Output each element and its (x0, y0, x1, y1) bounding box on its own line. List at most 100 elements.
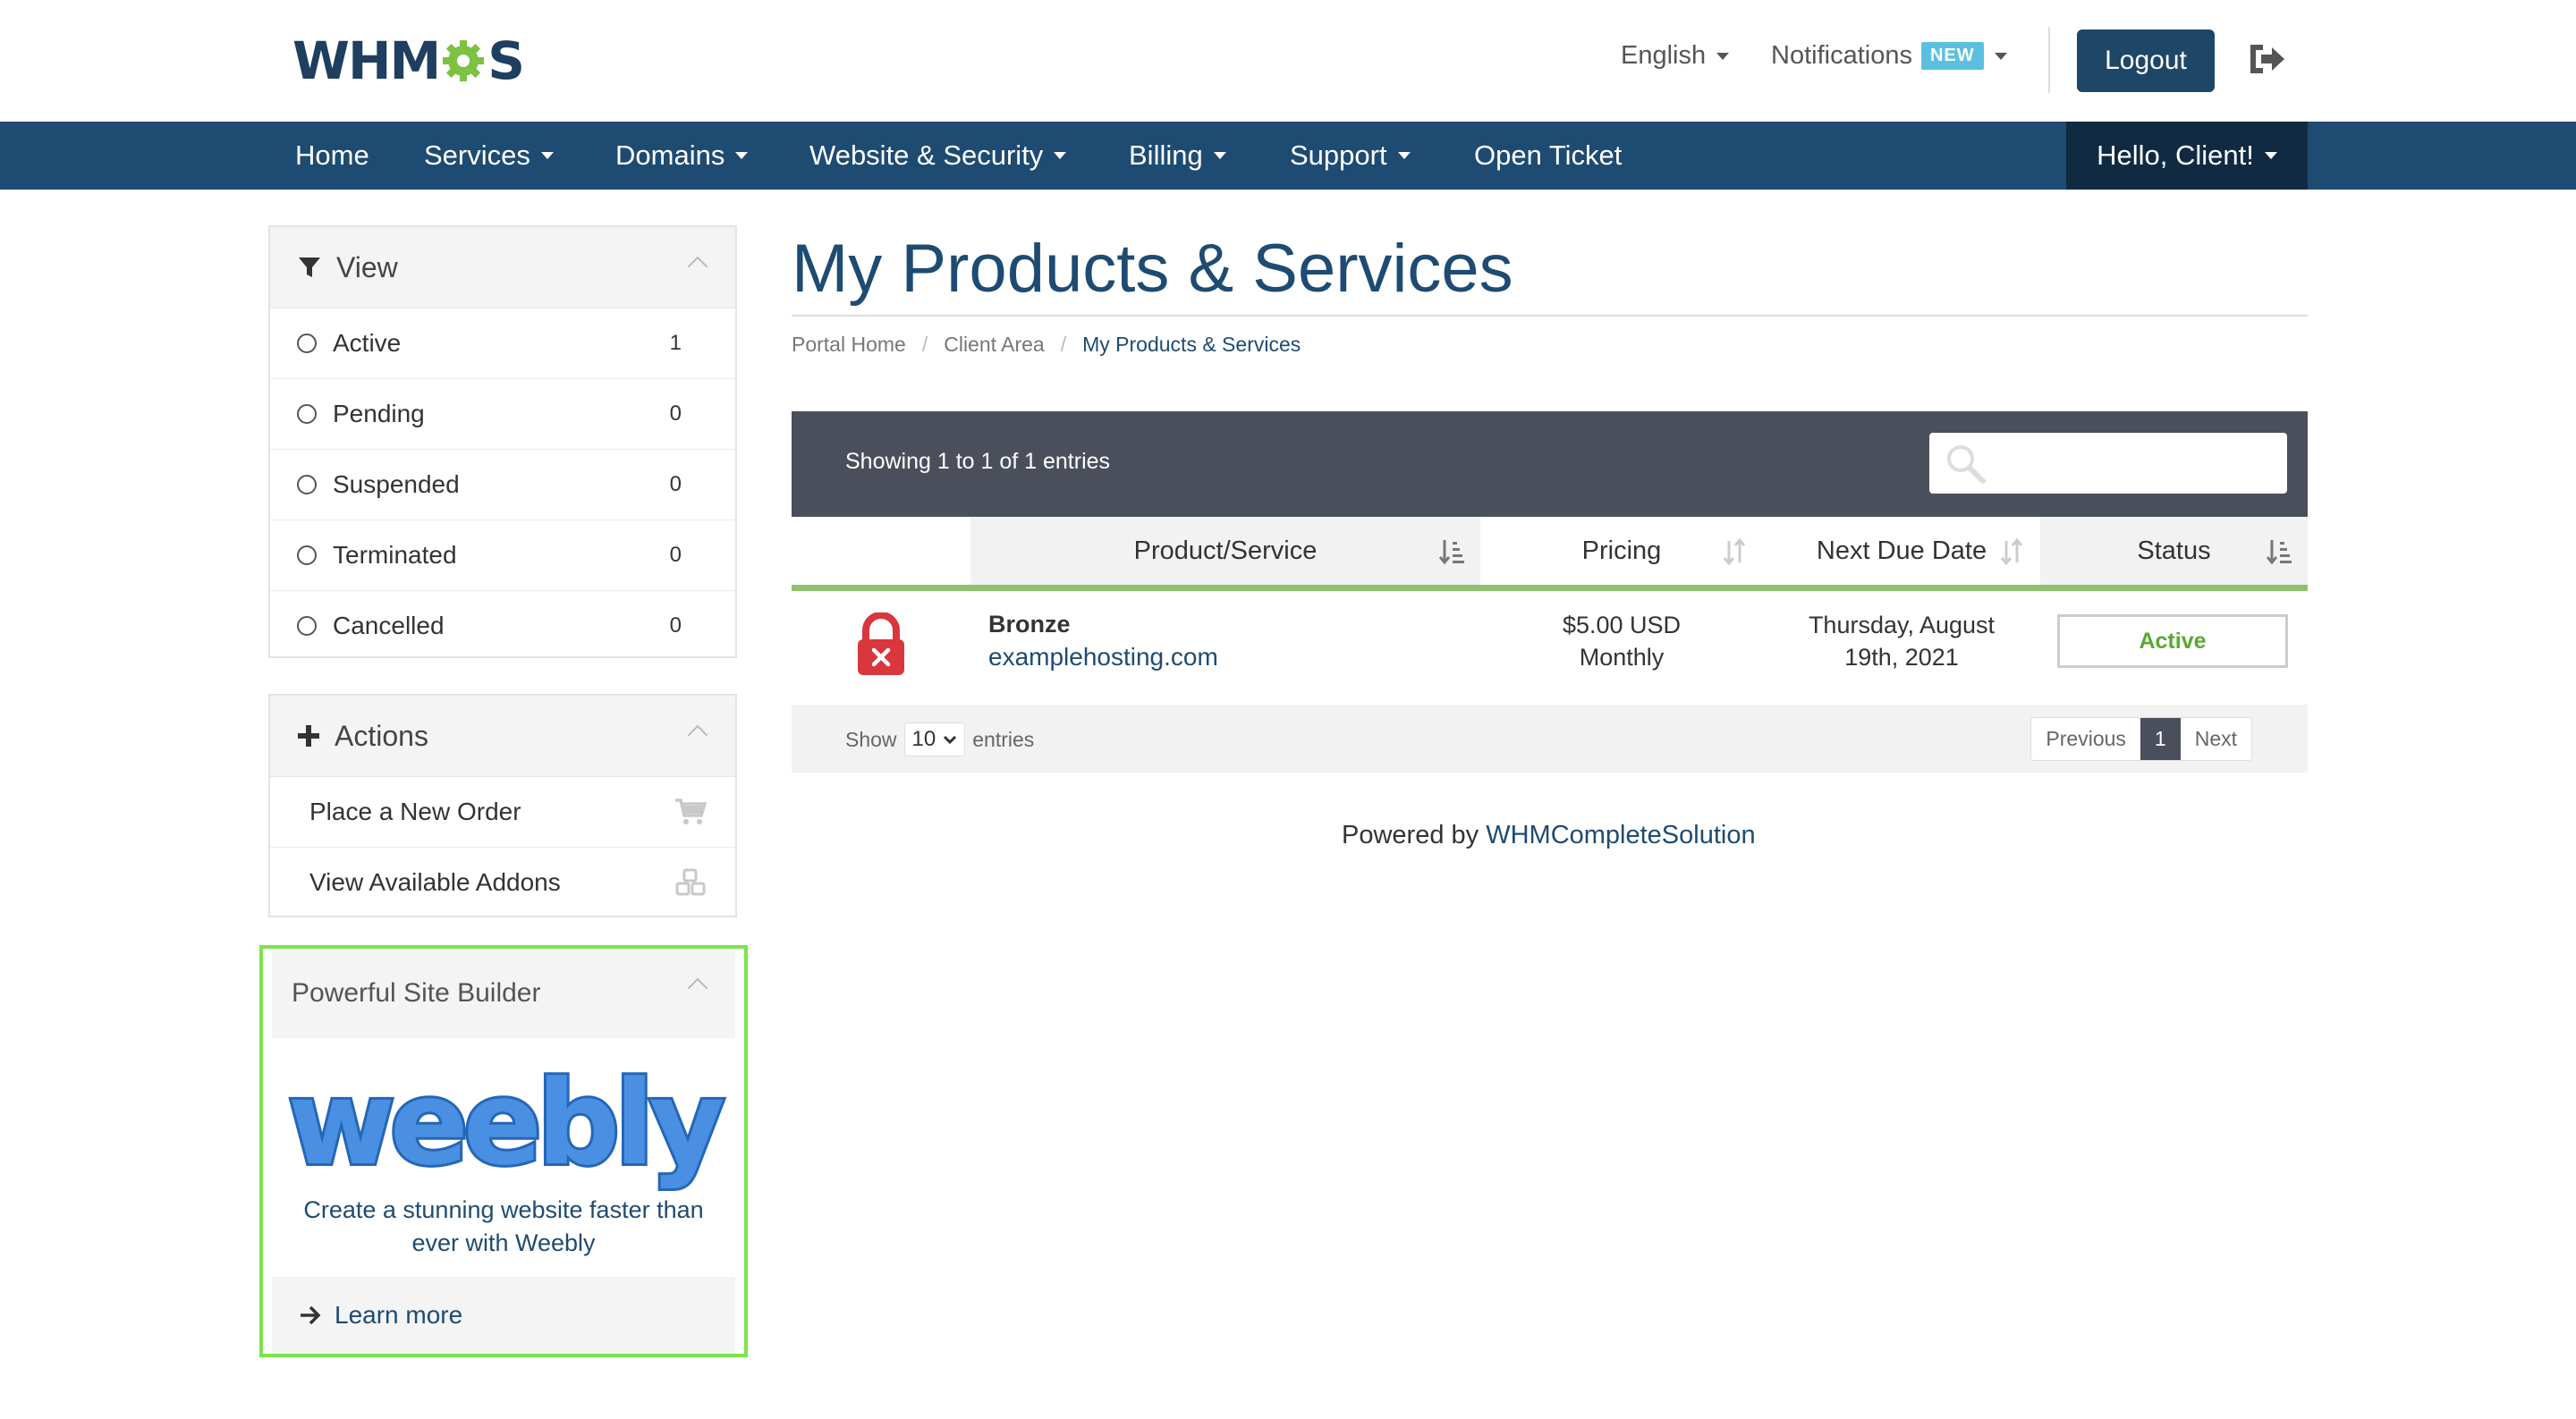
product-name: Bronze (988, 611, 1071, 638)
cubes-icon (675, 868, 706, 896)
column-pricing[interactable]: Pricing (1480, 517, 1763, 591)
nav-services[interactable]: Services (424, 122, 554, 190)
table-footer: Show 10 entries Previous 1 Next (792, 705, 2308, 773)
sort-icon (2000, 538, 2023, 565)
nav-domains[interactable]: Domains (615, 122, 749, 190)
nav-home[interactable]: Home (295, 122, 369, 190)
notifications-new-badge: NEW (1920, 42, 1984, 70)
due-date-line2: 19th, 2021 (1844, 644, 1959, 671)
breadcrumb: Portal Home / Client Area / My Products … (792, 333, 1301, 357)
filter-cancelled[interactable]: Cancelled 0 (270, 591, 735, 661)
radio-button[interactable] (297, 616, 317, 636)
filter-label: Cancelled (333, 612, 445, 639)
filter-label: Terminated (333, 541, 457, 569)
filter-count: 0 (669, 472, 682, 496)
cart-icon (675, 798, 707, 824)
filter-label: Suspended (333, 470, 460, 498)
chevron-down-icon (540, 152, 554, 159)
arrow-right-icon (301, 1305, 321, 1325)
main-navbar: Home Services Domains Website & Security… (0, 122, 2576, 190)
promo-panel-header[interactable]: Powerful Site Builder (272, 949, 735, 1038)
promo-panel-title: Powerful Site Builder (292, 978, 541, 1008)
sign-out-icon[interactable] (2247, 41, 2288, 81)
notifications-dropdown[interactable]: Notifications NEW (1771, 41, 2007, 71)
plus-icon (298, 725, 319, 747)
show-label: Show (845, 727, 897, 751)
logo-text-prefix: WHM (292, 30, 441, 91)
learn-more-link[interactable]: Learn more (272, 1277, 735, 1354)
pagination-page-1[interactable]: 1 (2140, 718, 2181, 760)
chevron-down-icon (2264, 152, 2277, 159)
column-next-due-date[interactable]: Next Due Date (1763, 517, 2040, 591)
filter-count: 0 (669, 401, 682, 426)
nav-website-security[interactable]: Website & Security (809, 122, 1067, 190)
logout-button[interactable]: Logout (2077, 30, 2215, 92)
filter-icon (299, 258, 320, 277)
lock-suspended-icon (858, 612, 904, 675)
breadcrumb-current: My Products & Services (1082, 333, 1301, 356)
filter-active[interactable]: Active 1 (270, 308, 735, 379)
actions-panel-header[interactable]: Actions (270, 696, 735, 777)
view-panel-title: View (336, 250, 398, 283)
page-size-select[interactable]: 10 (903, 722, 966, 756)
filter-count: 1 (669, 331, 682, 355)
column-label: Product/Service (1133, 536, 1318, 565)
nav-user-label: Hello, Client! (2097, 139, 2254, 171)
chevron-down-icon (1716, 52, 1730, 60)
language-dropdown[interactable]: English (1621, 41, 1730, 71)
showing-entries-text: Showing 1 to 1 of 1 entries (845, 449, 1111, 474)
radio-button[interactable] (297, 334, 317, 353)
view-available-addons-link[interactable]: View Available Addons (270, 848, 735, 917)
whmcs-link[interactable]: WHMCompleteSolution (1486, 821, 1755, 849)
notifications-label: Notifications (1771, 41, 1912, 70)
powered-by-footer: Powered by WHMCompleteSolution (1342, 821, 1756, 850)
filter-terminated[interactable]: Terminated 0 (270, 520, 735, 591)
filter-count: 0 (669, 613, 682, 638)
filter-label: Active (333, 329, 402, 357)
nav-support[interactable]: Support (1290, 122, 1411, 190)
language-label: English (1621, 41, 1707, 70)
logo-text-suffix: S (487, 30, 525, 91)
pagination-next[interactable]: Next (2181, 718, 2251, 760)
filter-pending[interactable]: Pending 0 (270, 379, 735, 450)
breadcrumb-portal-home[interactable]: Portal Home (792, 333, 906, 357)
nav-user-menu[interactable]: Hello, Client! (2066, 122, 2308, 190)
radio-button[interactable] (297, 404, 317, 424)
action-label: Place a New Order (309, 798, 521, 825)
due-date-line1: Thursday, August (1808, 612, 1996, 638)
actions-panel-title: Actions (335, 719, 428, 752)
column-product-service[interactable]: Product/Service (970, 517, 1480, 591)
table-search-input[interactable] (1929, 433, 2287, 494)
breadcrumb-separator: / (1060, 333, 1067, 356)
breadcrumb-client-area[interactable]: Client Area (944, 333, 1045, 357)
chevron-down-icon (1397, 152, 1411, 159)
table-row[interactable]: Bronze examplehosting.com $5.00 USD Mont… (792, 595, 2308, 702)
chevron-down-icon (944, 735, 957, 745)
filter-suspended[interactable]: Suspended 0 (270, 450, 735, 520)
place-new-order-link[interactable]: Place a New Order (270, 777, 735, 848)
chevron-down-icon (1213, 152, 1226, 159)
column-status[interactable]: Status (2040, 517, 2308, 591)
radio-button[interactable] (297, 475, 317, 494)
chevron-up-icon[interactable] (687, 256, 708, 277)
pagination: Previous 1 Next (2030, 717, 2252, 761)
title-divider (792, 315, 2308, 317)
chevron-down-icon (1054, 152, 1067, 159)
column-icon-spacer (792, 517, 970, 591)
chevron-up-icon[interactable] (687, 977, 708, 999)
product-domain-link[interactable]: examplehosting.com (988, 643, 1218, 671)
gear-icon (443, 40, 485, 81)
sort-desc-icon (1439, 540, 1464, 565)
search-icon (1947, 445, 1986, 484)
nav-billing[interactable]: Billing (1129, 122, 1226, 190)
radio-button[interactable] (297, 545, 317, 565)
nav-open-ticket[interactable]: Open Ticket (1474, 122, 1622, 190)
action-label: View Available Addons (309, 868, 561, 896)
status-badge: Active (2057, 614, 2288, 668)
chevron-up-icon[interactable] (687, 724, 708, 746)
whmcs-logo[interactable]: WHM S (292, 30, 525, 91)
price-amount: $5.00 USD (1562, 612, 1682, 638)
page-size-value: 10 (911, 727, 936, 751)
view-panel-header[interactable]: View (270, 227, 735, 308)
pagination-previous[interactable]: Previous (2031, 718, 2140, 760)
